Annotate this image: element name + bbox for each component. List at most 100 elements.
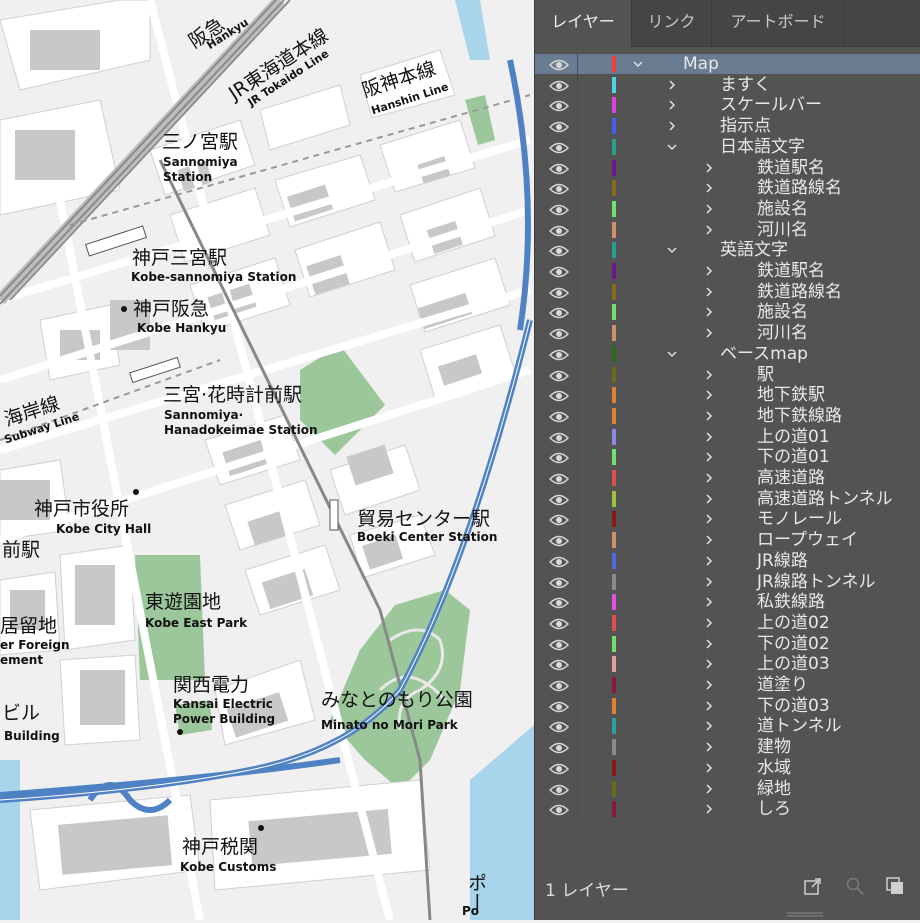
eye-icon[interactable]	[549, 430, 569, 444]
search-icon[interactable]	[845, 876, 865, 896]
eye-icon[interactable]	[549, 554, 569, 568]
chevron-down-icon[interactable]	[665, 242, 679, 256]
layer-row[interactable]: ベースmap	[535, 344, 920, 364]
layer-row[interactable]: 鉄道路線名	[535, 178, 920, 198]
layer-row[interactable]: 地下鉄線路	[535, 406, 920, 426]
chevron-right-icon[interactable]	[665, 77, 679, 91]
layer-row[interactable]: 高速道路トンネル	[535, 489, 920, 509]
layer-row[interactable]: 施設名	[535, 302, 920, 322]
chevron-right-icon[interactable]	[702, 325, 716, 339]
eye-icon[interactable]	[549, 761, 569, 775]
eye-icon[interactable]	[549, 802, 569, 816]
layer-row[interactable]: 指示点	[535, 116, 920, 136]
layer-row[interactable]: 上の道01	[535, 427, 920, 447]
chevron-right-icon[interactable]	[702, 201, 716, 215]
layer-row[interactable]: 上の道03	[535, 654, 920, 674]
layer-row[interactable]: 下の道03	[535, 696, 920, 716]
layer-row[interactable]: ますく	[535, 75, 920, 95]
eye-icon[interactable]	[549, 740, 569, 754]
chevron-right-icon[interactable]	[702, 470, 716, 484]
eye-icon[interactable]	[549, 223, 569, 237]
eye-icon[interactable]	[549, 388, 569, 402]
layer-row[interactable]: 鉄道駅名	[535, 261, 920, 281]
layer-row[interactable]: 下の道01	[535, 447, 920, 467]
layer-row[interactable]: 建物	[535, 737, 920, 757]
tab-layers[interactable]: レイヤー	[535, 0, 632, 47]
chevron-right-icon[interactable]	[702, 574, 716, 588]
export-icon[interactable]	[803, 876, 823, 896]
eye-icon[interactable]	[549, 368, 569, 382]
layer-row[interactable]: 駅	[535, 365, 920, 385]
eye-icon[interactable]	[549, 161, 569, 175]
chevron-right-icon[interactable]	[702, 284, 716, 298]
eye-icon[interactable]	[549, 305, 569, 319]
resize-grip[interactable]	[787, 904, 823, 917]
eye-icon[interactable]	[549, 347, 569, 361]
chevron-right-icon[interactable]	[702, 491, 716, 505]
layer-row[interactable]: 施設名	[535, 199, 920, 219]
layer-row[interactable]: 緑地	[535, 779, 920, 799]
tab-links[interactable]: リンク	[632, 0, 712, 46]
layer-row[interactable]: 日本語文字	[535, 137, 920, 157]
chevron-right-icon[interactable]	[702, 263, 716, 277]
eye-icon[interactable]	[549, 326, 569, 340]
chevron-down-icon[interactable]	[665, 346, 679, 360]
chevron-right-icon[interactable]	[702, 387, 716, 401]
chevron-right-icon[interactable]	[702, 180, 716, 194]
layer-row[interactable]: 地下鉄駅	[535, 385, 920, 405]
chevron-right-icon[interactable]	[702, 594, 716, 608]
layer-row[interactable]: 道塗り	[535, 675, 920, 695]
eye-icon[interactable]	[549, 57, 569, 71]
layer-row[interactable]: 水域	[535, 758, 920, 778]
chevron-right-icon[interactable]	[702, 781, 716, 795]
eye-icon[interactable]	[549, 409, 569, 423]
chevron-right-icon[interactable]	[702, 429, 716, 443]
eye-icon[interactable]	[549, 719, 569, 733]
eye-icon[interactable]	[549, 78, 569, 92]
chevron-right-icon[interactable]	[702, 760, 716, 774]
layer-row[interactable]: 私鉄線路	[535, 592, 920, 612]
layer-row[interactable]: スケールバー	[535, 95, 920, 115]
eye-icon[interactable]	[549, 512, 569, 526]
eye-icon[interactable]	[549, 471, 569, 485]
chevron-right-icon[interactable]	[702, 801, 716, 815]
eye-icon[interactable]	[549, 616, 569, 630]
eye-icon[interactable]	[549, 181, 569, 195]
eye-icon[interactable]	[549, 657, 569, 671]
eye-icon[interactable]	[549, 202, 569, 216]
layer-row[interactable]: 道トンネル	[535, 716, 920, 736]
eye-icon[interactable]	[549, 243, 569, 257]
eye-icon[interactable]	[549, 782, 569, 796]
chevron-right-icon[interactable]	[702, 304, 716, 318]
layer-row[interactable]: 高速道路	[535, 468, 920, 488]
eye-icon[interactable]	[549, 140, 569, 154]
layer-row[interactable]: JR線路	[535, 551, 920, 571]
chevron-right-icon[interactable]	[702, 532, 716, 546]
chevron-right-icon[interactable]	[702, 160, 716, 174]
eye-icon[interactable]	[549, 264, 569, 278]
layer-row[interactable]: Map	[535, 54, 920, 74]
layer-row[interactable]: 鉄道路線名	[535, 282, 920, 302]
chevron-right-icon[interactable]	[702, 739, 716, 753]
layer-row[interactable]: 下の道02	[535, 634, 920, 654]
chevron-right-icon[interactable]	[702, 698, 716, 712]
eye-icon[interactable]	[549, 98, 569, 112]
chevron-right-icon[interactable]	[702, 677, 716, 691]
layer-row[interactable]: モノレール	[535, 509, 920, 529]
eye-icon[interactable]	[549, 450, 569, 464]
chevron-right-icon[interactable]	[665, 118, 679, 132]
eye-icon[interactable]	[549, 492, 569, 506]
tab-artboards[interactable]: アートボード	[712, 0, 845, 46]
chevron-down-icon[interactable]	[665, 139, 679, 153]
eye-icon[interactable]	[549, 678, 569, 692]
chevron-right-icon[interactable]	[702, 553, 716, 567]
eye-icon[interactable]	[549, 575, 569, 589]
chevron-right-icon[interactable]	[702, 511, 716, 525]
layer-row[interactable]: JR線路トンネル	[535, 572, 920, 592]
chevron-right-icon[interactable]	[702, 636, 716, 650]
layer-row[interactable]: 河川名	[535, 220, 920, 240]
eye-icon[interactable]	[549, 699, 569, 713]
chevron-down-icon[interactable]	[631, 56, 645, 70]
chevron-right-icon[interactable]	[665, 97, 679, 111]
chevron-right-icon[interactable]	[702, 367, 716, 381]
